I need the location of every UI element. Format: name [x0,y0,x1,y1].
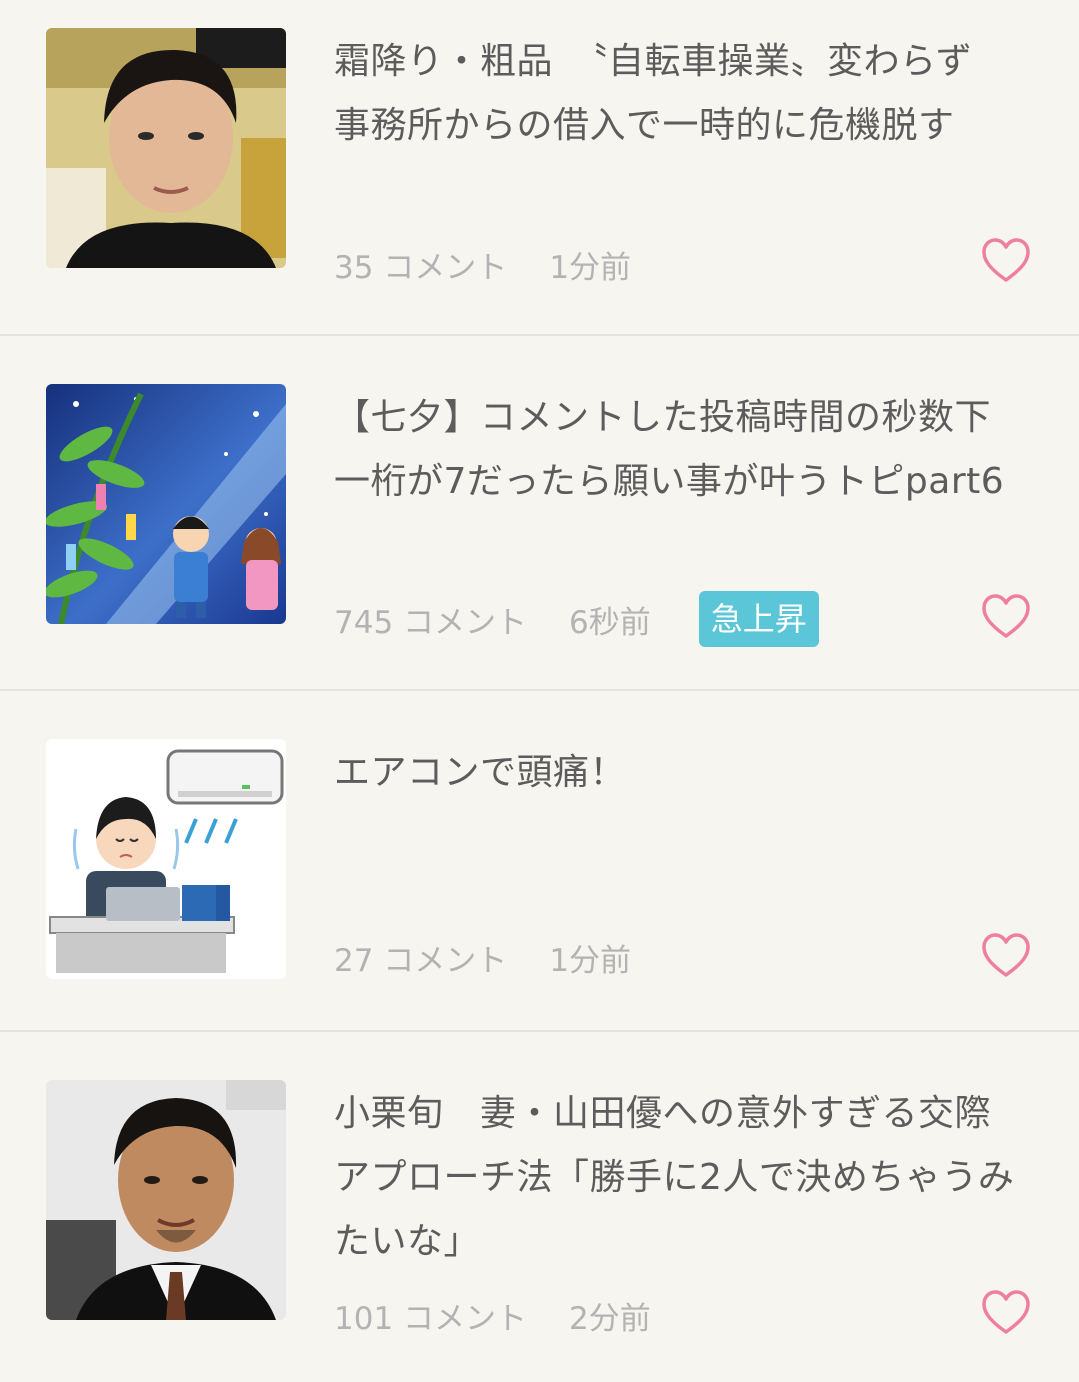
comment-count: 101 コメント [334,1300,528,1337]
topic-title[interactable]: 小栗旬 妻・山田優への意外すぎる交際アプローチ法「勝手に2人で決めちゃうみたいな… [334,1082,1024,1274]
post-time: 2分前 [569,1300,651,1337]
topic-thumbnail[interactable] [46,1080,286,1320]
topic-meta: 35 コメント 1分前 [334,238,679,290]
post-time: 6秒前 [569,604,651,641]
topic-title[interactable]: 【七夕】コメントした投稿時間の秒数下一桁が7だったら願い事が叶うトピpart6 [334,386,1024,514]
topic-thumbnail[interactable] [46,28,286,268]
topic-item[interactable]: 霜降り・粗品 〝自転車操業〟変わらず 事務所からの借入で一時的に危機脱す 35 … [0,0,1079,336]
topic-meta: 745 コメント 6秒前 急上昇 [334,591,819,647]
man-photo-thumbnail [46,28,286,268]
topic-meta: 101 コメント 2分前 [334,1289,699,1341]
topic-title[interactable]: 霜降り・粗品 〝自転車操業〟変わらず 事務所からの借入で一時的に危機脱す [334,30,1024,158]
heart-icon[interactable] [981,931,1031,981]
trending-badge: 急上昇 [698,591,819,647]
tanabata-illustration-thumbnail [46,384,286,624]
topic-list: 霜降り・粗品 〝自転車操業〟変わらず 事務所からの借入で一時的に危機脱す 35 … [0,0,1079,1382]
topic-item[interactable]: 小栗旬 妻・山田優への意外すぎる交際アプローチ法「勝手に2人で決めちゃうみたいな… [0,1032,1079,1382]
aircon-illustration-thumbnail [46,739,286,979]
man-photo-thumbnail [46,1080,286,1320]
comment-count: 745 コメント [334,604,528,641]
topic-item[interactable]: 【七夕】コメントした投稿時間の秒数下一桁が7だったら願い事が叶うトピpart6 … [0,336,1079,691]
post-time: 1分前 [549,942,632,979]
post-time: 1分前 [549,249,632,286]
topic-meta: 27 コメント 1分前 [334,931,679,983]
topic-title[interactable]: エアコンで頭痛！ [334,741,1024,805]
comment-count: 27 コメント [334,942,508,979]
heart-icon[interactable] [981,592,1031,642]
heart-icon[interactable] [981,236,1031,286]
topic-item[interactable]: エアコンで頭痛！ 27 コメント 1分前 [0,691,1079,1032]
topic-thumbnail[interactable] [46,739,286,979]
heart-icon[interactable] [981,1288,1031,1338]
topic-thumbnail[interactable] [46,384,286,624]
comment-count: 35 コメント [334,249,508,286]
